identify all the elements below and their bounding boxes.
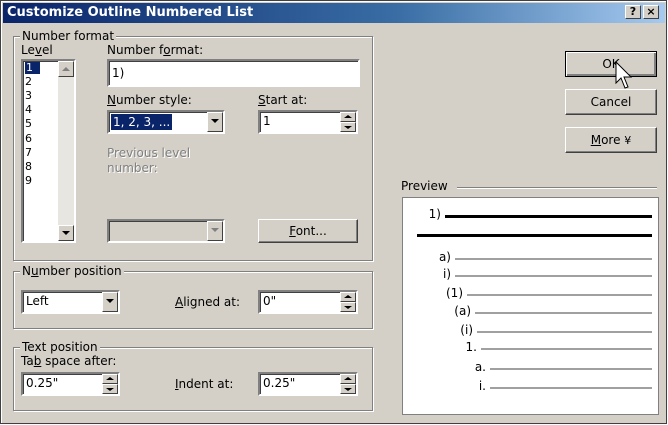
tab-space-spinner[interactable]: 0.25" [21, 372, 120, 396]
cancel-button[interactable]: Cancel [565, 89, 657, 115]
indent-at-spinner[interactable]: 0.25" [258, 372, 358, 396]
level-item-8[interactable]: 8 [25, 160, 39, 173]
tab-space-label: Tab space after: [21, 354, 117, 368]
number-position-legend: Number position [20, 264, 124, 278]
number-style-dropdown-button[interactable] [207, 112, 223, 132]
level-item-3[interactable]: 3 [25, 90, 39, 102]
preview-text-line [455, 275, 652, 277]
tab-space-up-button[interactable] [102, 374, 118, 384]
close-button[interactable]: × [643, 5, 659, 19]
preview-text-line [455, 258, 652, 260]
help-button[interactable]: ? [625, 5, 641, 19]
level-item-5[interactable]: 5 [25, 118, 39, 130]
level-label: Level [21, 43, 53, 57]
preview-level-label: (i) [460, 323, 473, 337]
start-at-down-button[interactable] [340, 122, 356, 132]
indent-at-down-button[interactable] [340, 384, 356, 394]
number-style-label: Number style: [107, 93, 192, 107]
title-bar[interactable]: Customize Outline Numbered List ? × [3, 3, 665, 23]
alignment-dropdown-button[interactable] [102, 292, 118, 312]
preview-text-line [490, 368, 652, 370]
level-scrollbar[interactable] [58, 61, 74, 241]
preview-level-label: 1. [465, 340, 477, 354]
preview-separator [457, 187, 657, 189]
previous-level-dropdown-button[interactable] [207, 221, 223, 241]
aligned-at-label: Aligned at: [175, 295, 241, 309]
ok-button[interactable]: OK [565, 51, 657, 77]
level-item-2[interactable]: 2 [25, 76, 39, 88]
preview-text-line [475, 312, 652, 314]
more-button[interactable]: More ¥ [565, 127, 657, 153]
level-item-7[interactable]: 7 [25, 146, 39, 159]
start-at-label: Start at: [258, 93, 308, 107]
scroll-up-button[interactable] [58, 61, 74, 77]
level-item-6[interactable]: 6 [25, 132, 39, 145]
font-button[interactable]: Font... [258, 219, 358, 243]
aligned-at-down-button[interactable] [340, 302, 356, 312]
dialog-title: Customize Outline Numbered List [7, 5, 254, 20]
level-item-4[interactable]: 4 [25, 104, 39, 116]
preview-text-line [467, 294, 652, 296]
text-position-legend: Text position [20, 340, 100, 354]
start-at-spinner[interactable]: 1 [258, 110, 358, 134]
number-format-legend: Number format [20, 29, 117, 43]
number-format-label: Number format: [107, 43, 204, 57]
preview-level-label: 1) [428, 207, 441, 221]
preview-text-line [481, 348, 652, 350]
preview-pane: 1) a) i) (1) (a) (i) 1. a. i. [402, 197, 659, 415]
number-format-input[interactable]: 1) [107, 59, 360, 87]
previous-level-label: Previous level number: [107, 146, 191, 175]
tab-space-down-button[interactable] [102, 384, 118, 394]
preview-text-line [445, 215, 652, 218]
number-format-group: Number format Level 1 2 3 4 5 6789 Number for… [13, 29, 373, 261]
aligned-at-spinner[interactable]: 0" [258, 290, 358, 314]
alignment-select[interactable]: Left [21, 290, 120, 314]
preview-level-label: i. [478, 379, 486, 393]
level-list[interactable]: 1 2 3 4 5 6789 [21, 59, 76, 243]
scroll-down-button[interactable] [58, 225, 74, 241]
more-arrow-icon: ¥ [624, 134, 632, 147]
preview-text-line [490, 387, 652, 389]
text-position-group: Text position Tab space after: 0.25" Ind… [13, 340, 373, 411]
preview-level-label: i) [442, 267, 451, 281]
preview-level-label: a) [438, 250, 451, 264]
preview-level-label: (a) [454, 304, 471, 318]
mouse-cursor-icon [615, 61, 633, 89]
level-item-1[interactable]: 1 [25, 62, 40, 74]
start-at-up-button[interactable] [340, 112, 356, 122]
indent-at-label: Indent at: [175, 377, 234, 391]
preview-label: Preview [401, 179, 448, 193]
preview-level-label: a. [474, 360, 486, 374]
number-position-group: Number position Left Aligned at: 0" [13, 264, 373, 329]
customize-outline-dialog: Customize Outline Numbered List ? × Numb… [0, 0, 667, 424]
preview-level-label: (1) [446, 286, 463, 300]
level-item-9[interactable]: 9 [25, 174, 39, 187]
previous-level-select[interactable] [107, 219, 225, 243]
indent-at-up-button[interactable] [340, 374, 356, 384]
number-style-select[interactable]: 1, 2, 3, ... [107, 110, 225, 134]
aligned-at-up-button[interactable] [340, 292, 356, 302]
preview-text-line [417, 234, 652, 237]
preview-text-line [477, 331, 652, 333]
